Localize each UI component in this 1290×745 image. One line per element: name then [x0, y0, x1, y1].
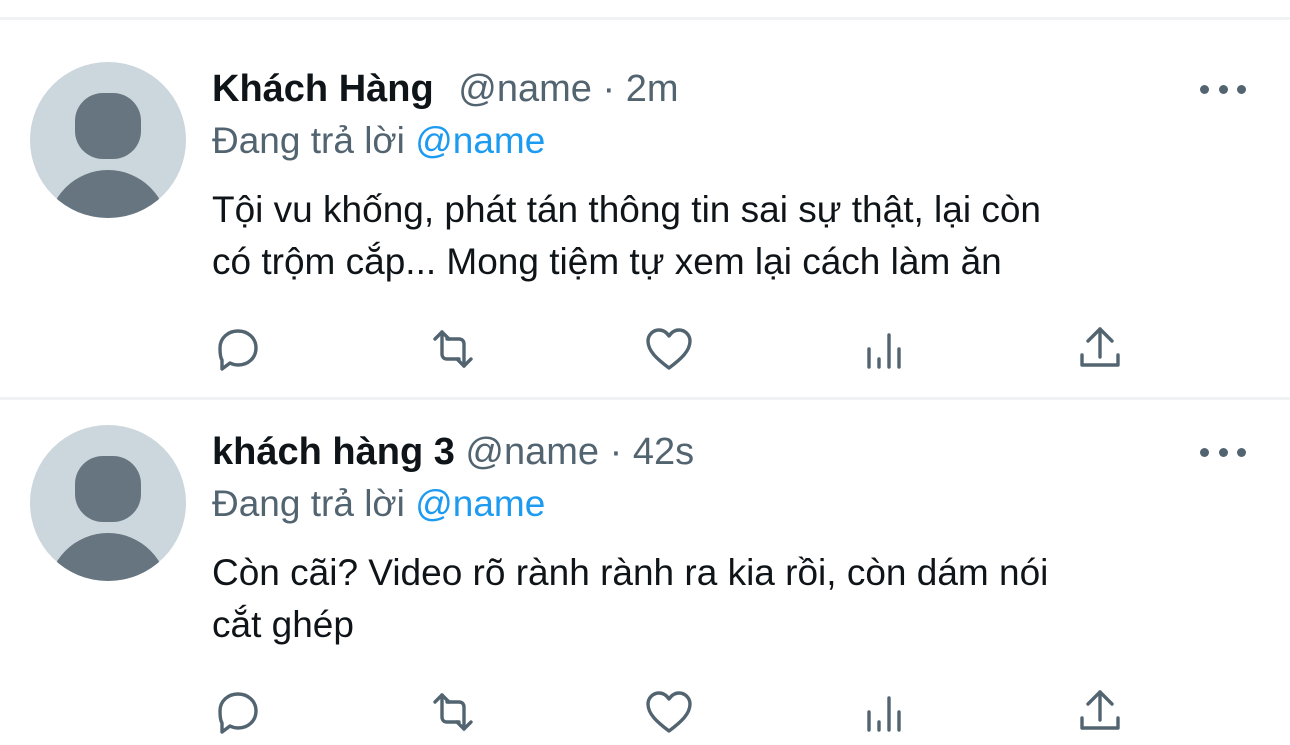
reply-button[interactable] [210, 321, 266, 377]
top-divider [0, 17, 1290, 20]
more-dot [1237, 447, 1246, 457]
avatar-body-shape [48, 533, 168, 581]
avatar-head-shape [75, 456, 141, 522]
tweet-header: khách hàng 3 @name · 42s [212, 430, 694, 474]
analytics-icon [867, 333, 901, 369]
more-dot [1200, 84, 1209, 94]
retweet-button[interactable] [425, 684, 481, 740]
reply-handle-link[interactable]: @name [415, 120, 545, 161]
analytics-button[interactable] [857, 684, 913, 740]
like-icon [646, 328, 692, 370]
more-options-icon[interactable] [1200, 442, 1246, 462]
separator-dot: · [602, 68, 616, 110]
user-handle[interactable]: @name [465, 431, 599, 473]
separator-dot: · [609, 431, 623, 473]
analytics-button[interactable] [857, 321, 913, 377]
reply-icon [218, 692, 258, 734]
tweet-header: Khách Hàng @name · 2m [212, 67, 678, 111]
like-button[interactable] [641, 321, 697, 377]
avatar-head-shape [75, 93, 141, 159]
retweet-icon [433, 330, 473, 368]
retweet-icon [433, 693, 473, 731]
display-name[interactable]: Khách Hàng [212, 68, 434, 110]
replying-to: Đang trả lời @name [212, 119, 545, 163]
share-icon [1080, 690, 1120, 730]
tweet-text-line: Tội vu khống, phát tán thông tin sai sự … [212, 189, 1041, 230]
analytics-icon [867, 696, 901, 732]
like-icon [646, 691, 692, 733]
more-dot [1237, 84, 1246, 94]
timestamp[interactable]: 42s [633, 431, 694, 473]
tweet-text: Tội vu khống, phát tán thông tin sai sự … [212, 184, 1252, 288]
tweet-divider [0, 397, 1290, 400]
replying-to-label: Đang trả lời [212, 120, 405, 161]
avatar-body-shape [48, 170, 168, 218]
reply-handle-link[interactable]: @name [415, 483, 545, 524]
reply-button[interactable] [210, 684, 266, 740]
avatar[interactable] [30, 62, 186, 218]
share-icon [1080, 327, 1120, 367]
like-button[interactable] [641, 684, 697, 740]
tweet-text-line: có trộm cắp... Mong tiệm tự xem lại cách… [212, 241, 1002, 282]
share-button[interactable] [1072, 321, 1128, 377]
tweet-text-line: Còn cãi? Video rõ rành rành ra kia rồi, … [212, 552, 1049, 593]
timestamp[interactable]: 2m [626, 68, 679, 110]
share-button[interactable] [1072, 684, 1128, 740]
tweet-text-line: cắt ghép [212, 604, 354, 645]
replying-to-label: Đang trả lời [212, 483, 405, 524]
user-handle[interactable]: @name [458, 68, 592, 110]
avatar[interactable] [30, 425, 186, 581]
more-dot [1218, 84, 1228, 94]
replying-to: Đang trả lời @name [212, 482, 545, 526]
tweet-text: Còn cãi? Video rõ rành rành ra kia rồi, … [212, 547, 1252, 651]
retweet-button[interactable] [425, 321, 481, 377]
more-options-icon[interactable] [1200, 79, 1246, 99]
reply-icon [218, 329, 258, 371]
display-name[interactable]: khách hàng 3 [212, 431, 455, 473]
more-dot [1200, 447, 1209, 457]
more-dot [1218, 447, 1228, 457]
